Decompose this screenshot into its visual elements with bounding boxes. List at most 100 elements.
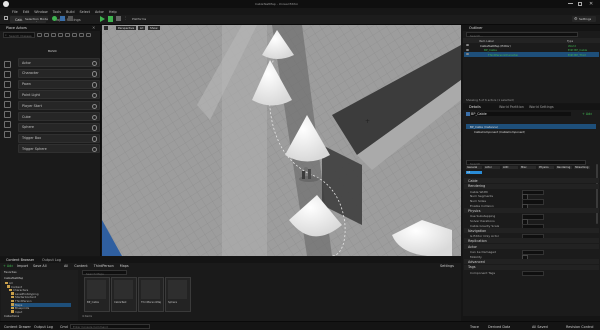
menu-select[interactable]: Select xyxy=(80,10,90,14)
class-search-input[interactable]: ⌕ Search Classes xyxy=(3,32,35,38)
filter-category-icon[interactable] xyxy=(86,32,91,37)
visibility-icon[interactable] xyxy=(466,44,469,46)
details-tab-world-partition[interactable]: World Partition xyxy=(499,105,524,109)
all-saved-button[interactable]: All Saved xyxy=(532,325,548,329)
add-actor-icon[interactable] xyxy=(91,136,97,142)
project-header[interactable]: CableTestMap xyxy=(4,276,23,280)
category-tab-icon[interactable] xyxy=(4,61,11,68)
category-tab-icon[interactable] xyxy=(4,101,11,108)
category-tab-icon[interactable] xyxy=(4,71,11,78)
menu-build[interactable]: Build xyxy=(66,10,75,14)
folder-item[interactable]: Input xyxy=(11,310,22,314)
section-cable[interactable]: Cable xyxy=(464,178,599,183)
filter-category-icon[interactable] xyxy=(58,32,63,37)
maximize-button[interactable] xyxy=(578,1,582,6)
close-tab-icon[interactable]: ✕ xyxy=(92,25,95,30)
filter-chip-rendering[interactable]: Rendering xyxy=(556,166,572,169)
play-options-icon[interactable]: ⋮ xyxy=(124,16,127,20)
component-row[interactable]: CableComponent (CableComponent) xyxy=(466,129,596,134)
actor-item-actor[interactable]: Actor xyxy=(18,58,100,67)
details-tab-details[interactable]: Details xyxy=(469,105,481,109)
add-actor-icon[interactable] xyxy=(52,16,57,21)
filter-category-icon[interactable] xyxy=(51,32,56,37)
col-type[interactable]: Type xyxy=(567,39,573,43)
actor-item-character[interactable]: Character xyxy=(18,68,100,78)
add-actor-icon[interactable] xyxy=(91,114,97,120)
output-log-button[interactable]: Output Log xyxy=(34,325,53,329)
section-tags[interactable]: Tags xyxy=(464,264,599,270)
add-actor-icon[interactable] xyxy=(91,60,97,66)
save-icon[interactable] xyxy=(4,16,8,20)
selection-mode-button[interactable]: Selection Mode xyxy=(22,15,48,21)
derived-data-button[interactable]: Derived Data xyxy=(488,325,510,329)
add-actor-icon[interactable] xyxy=(91,146,97,153)
filter-category-icon[interactable] xyxy=(65,32,70,37)
add-actor-icon[interactable] xyxy=(91,125,97,131)
breadcrumb-item[interactable]: Maps xyxy=(120,264,129,268)
breadcrumb-item[interactable]: All xyxy=(64,264,68,268)
cinematics-icon[interactable] xyxy=(68,16,73,21)
level-viewport[interactable]: + Perspective Lit Show xyxy=(102,25,461,256)
section-replication[interactable]: Replication xyxy=(464,238,599,244)
console-input[interactable]: Enter Console Command xyxy=(70,323,150,329)
menu-window[interactable]: Window xyxy=(34,10,47,14)
property-value[interactable] xyxy=(522,270,544,276)
save-all-button[interactable]: Save All xyxy=(33,264,47,268)
actor-item-player-start[interactable]: Player Start xyxy=(18,101,100,111)
section-navigation[interactable]: Navigation xyxy=(464,228,599,234)
menu-tools[interactable]: Tools xyxy=(53,10,61,14)
settings-button[interactable]: ⚙ Settings xyxy=(572,15,596,22)
filter-chip-misc[interactable]: Misc xyxy=(520,166,536,169)
play-button[interactable] xyxy=(100,15,105,22)
filter-chip-general[interactable]: General xyxy=(466,166,482,169)
menu-file[interactable]: File xyxy=(12,10,18,14)
asset-search-input[interactable]: Search Maps xyxy=(82,270,127,276)
filter-chip-lod[interactable]: LOD xyxy=(502,166,518,169)
filter-chip-actor[interactable]: Actor xyxy=(484,166,500,169)
add-component-button[interactable]: + Add xyxy=(582,112,592,116)
actor-item-cube[interactable]: Cube xyxy=(18,112,100,121)
collections-header[interactable]: Collections xyxy=(4,314,19,318)
add-actor-icon[interactable] xyxy=(91,103,97,110)
perspective-button[interactable]: Perspective xyxy=(116,26,137,30)
breadcrumb-item[interactable]: Content xyxy=(74,264,88,268)
filter-chip-physics[interactable]: Physics xyxy=(538,166,554,169)
asset-tile[interactable]: CableTest xyxy=(111,277,137,312)
menu-help[interactable]: Help xyxy=(109,10,117,14)
actor-item-point-light[interactable]: Point Light xyxy=(18,90,100,100)
actor-item-pawn[interactable]: Pawn xyxy=(18,79,100,89)
filter-category-icon[interactable] xyxy=(79,32,84,37)
menu-edit[interactable]: Edit xyxy=(23,10,30,14)
minimize-button[interactable] xyxy=(568,3,573,4)
filter-category-icon[interactable] xyxy=(72,32,77,37)
section-actor[interactable]: Actor xyxy=(464,243,599,249)
favorites-header[interactable]: Favorites xyxy=(4,270,17,274)
details-tab-world-settings[interactable]: World Settings xyxy=(529,105,554,109)
lit-button[interactable]: Lit xyxy=(138,26,146,30)
show-button[interactable]: Show xyxy=(148,26,160,30)
category-tab-icon[interactable] xyxy=(4,111,11,118)
tab-output-log[interactable]: Output Log xyxy=(42,258,61,262)
filter-category-icon[interactable] xyxy=(44,32,49,37)
outliner-row[interactable]: ThirdPersonCharacter Edit BP_Third xyxy=(464,52,599,57)
filter-category-icon[interactable] xyxy=(37,32,42,37)
step-button[interactable] xyxy=(108,15,113,22)
platforms-button[interactable]: Platforms xyxy=(132,17,146,21)
breadcrumb-item[interactable]: ThirdPerson xyxy=(94,264,114,268)
category-tab-icon[interactable] xyxy=(4,131,11,138)
col-item-label[interactable]: Item Label xyxy=(479,39,494,43)
add-actor-icon[interactable] xyxy=(91,71,97,77)
category-tab-icon[interactable] xyxy=(4,121,11,128)
actor-name-field[interactable]: BP_Cable xyxy=(471,112,571,116)
asset-tile[interactable]: ThirdPersonMap xyxy=(138,277,164,312)
asset-tile[interactable]: BP_Cable xyxy=(84,277,110,312)
filter-chip-all[interactable]: All xyxy=(466,171,482,174)
category-tab-icon[interactable] xyxy=(4,81,11,88)
category-tab-icon[interactable] xyxy=(4,91,11,98)
asset-tile[interactable]: Sphere xyxy=(165,277,191,312)
trace-button[interactable]: Trace xyxy=(470,325,479,329)
visibility-icon[interactable] xyxy=(466,48,469,51)
revision-control-button[interactable]: Revision Control xyxy=(566,325,594,329)
component-row[interactable]: BP_Cable (Instance) xyxy=(466,124,596,129)
import-button[interactable]: Import xyxy=(17,264,28,268)
